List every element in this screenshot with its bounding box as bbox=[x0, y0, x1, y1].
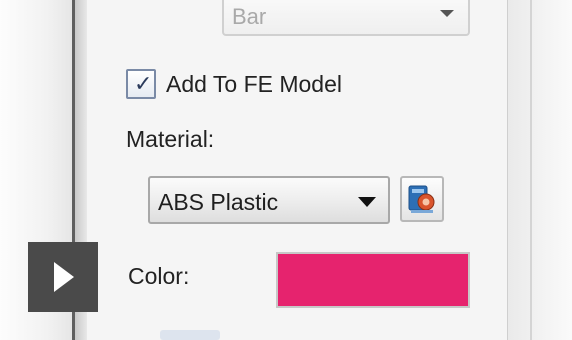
add-to-fe-model-label: Add To FE Model bbox=[166, 70, 343, 97]
right-divider bbox=[530, 0, 532, 340]
chevron-down-icon bbox=[358, 197, 376, 207]
element-type-value: Bar bbox=[232, 4, 267, 29]
partial-control bbox=[160, 330, 220, 340]
material-select[interactable]: ABS Plastic bbox=[148, 176, 390, 224]
material-library-button[interactable] bbox=[400, 176, 444, 222]
play-button[interactable] bbox=[28, 242, 98, 312]
material-label: Material: bbox=[126, 126, 215, 152]
add-to-fe-model-row[interactable]: ✓ Add To FE Model bbox=[126, 66, 342, 102]
play-icon bbox=[54, 262, 74, 292]
material-select-value: ABS Plastic bbox=[158, 189, 279, 215]
color-swatch[interactable] bbox=[276, 252, 470, 308]
add-to-fe-model-checkbox[interactable]: ✓ bbox=[126, 69, 156, 99]
right-background bbox=[508, 0, 572, 340]
video-thumbnail: Bar ✓ Add To FE Model Material: ABS Plas… bbox=[0, 0, 572, 340]
chevron-down-icon bbox=[440, 10, 454, 17]
color-label: Color: bbox=[128, 263, 190, 289]
checkmark-icon: ✓ bbox=[134, 71, 153, 96]
material-library-icon bbox=[408, 185, 435, 213]
element-type-select[interactable]: Bar bbox=[222, 0, 470, 36]
